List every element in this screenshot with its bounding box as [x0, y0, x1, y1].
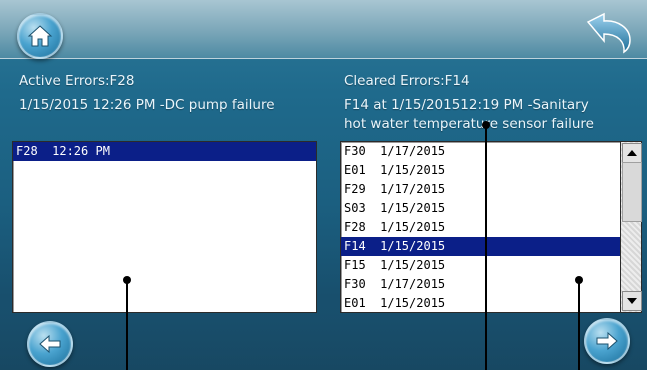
list-item[interactable]: F30 1/17/2015 [341, 142, 621, 161]
home-icon [27, 25, 53, 47]
triangle-down-icon [627, 298, 637, 304]
active-error-detail: 1/15/2015 12:26 PM -DC pump failure [19, 97, 275, 113]
bottom-bar [0, 312, 647, 370]
active-errors-list[interactable]: F28 12:26 PM [12, 141, 317, 313]
left-arrow-icon [39, 334, 61, 354]
scroll-up-button[interactable] [622, 143, 642, 163]
list-item[interactable]: F29 1/17/2015 [341, 180, 621, 199]
list-item[interactable]: F28 1/15/2015 [341, 218, 621, 237]
list-item[interactable]: S03 1/15/2015 [341, 199, 621, 218]
triangle-up-icon [627, 150, 637, 156]
annotation-leader-line [578, 282, 580, 370]
scroll-thumb[interactable] [622, 162, 642, 222]
list-item[interactable]: F14 1/15/2015 [341, 237, 621, 256]
cleared-error-detail-line1: F14 at 1/15/201512:19 PM -Sanitary [344, 97, 589, 113]
undo-arrow-icon [586, 12, 631, 54]
home-button[interactable] [17, 13, 63, 59]
active-errors-title: Active Errors:F28 [19, 73, 135, 89]
cleared-list-scrollbar[interactable] [620, 141, 642, 313]
right-arrow-icon [596, 331, 618, 351]
top-bar [0, 0, 647, 59]
scroll-down-button[interactable] [622, 291, 642, 311]
previous-button[interactable] [27, 321, 73, 367]
annotation-leader-line [485, 127, 487, 370]
annotation-leader-line [126, 282, 128, 370]
list-item[interactable]: F28 12:26 PM [13, 142, 316, 161]
list-item[interactable]: E01 1/15/2015 [341, 161, 621, 180]
cleared-error-detail-line2: hot water temperature sensor failure [344, 116, 594, 132]
next-button[interactable] [584, 318, 630, 364]
cleared-errors-title: Cleared Errors:F14 [344, 73, 470, 89]
list-item[interactable]: F15 1/15/2015 [341, 256, 621, 275]
undo-button[interactable] [584, 12, 634, 54]
cleared-errors-list[interactable]: F30 1/17/2015 E01 1/15/2015 F29 1/17/201… [340, 141, 622, 313]
